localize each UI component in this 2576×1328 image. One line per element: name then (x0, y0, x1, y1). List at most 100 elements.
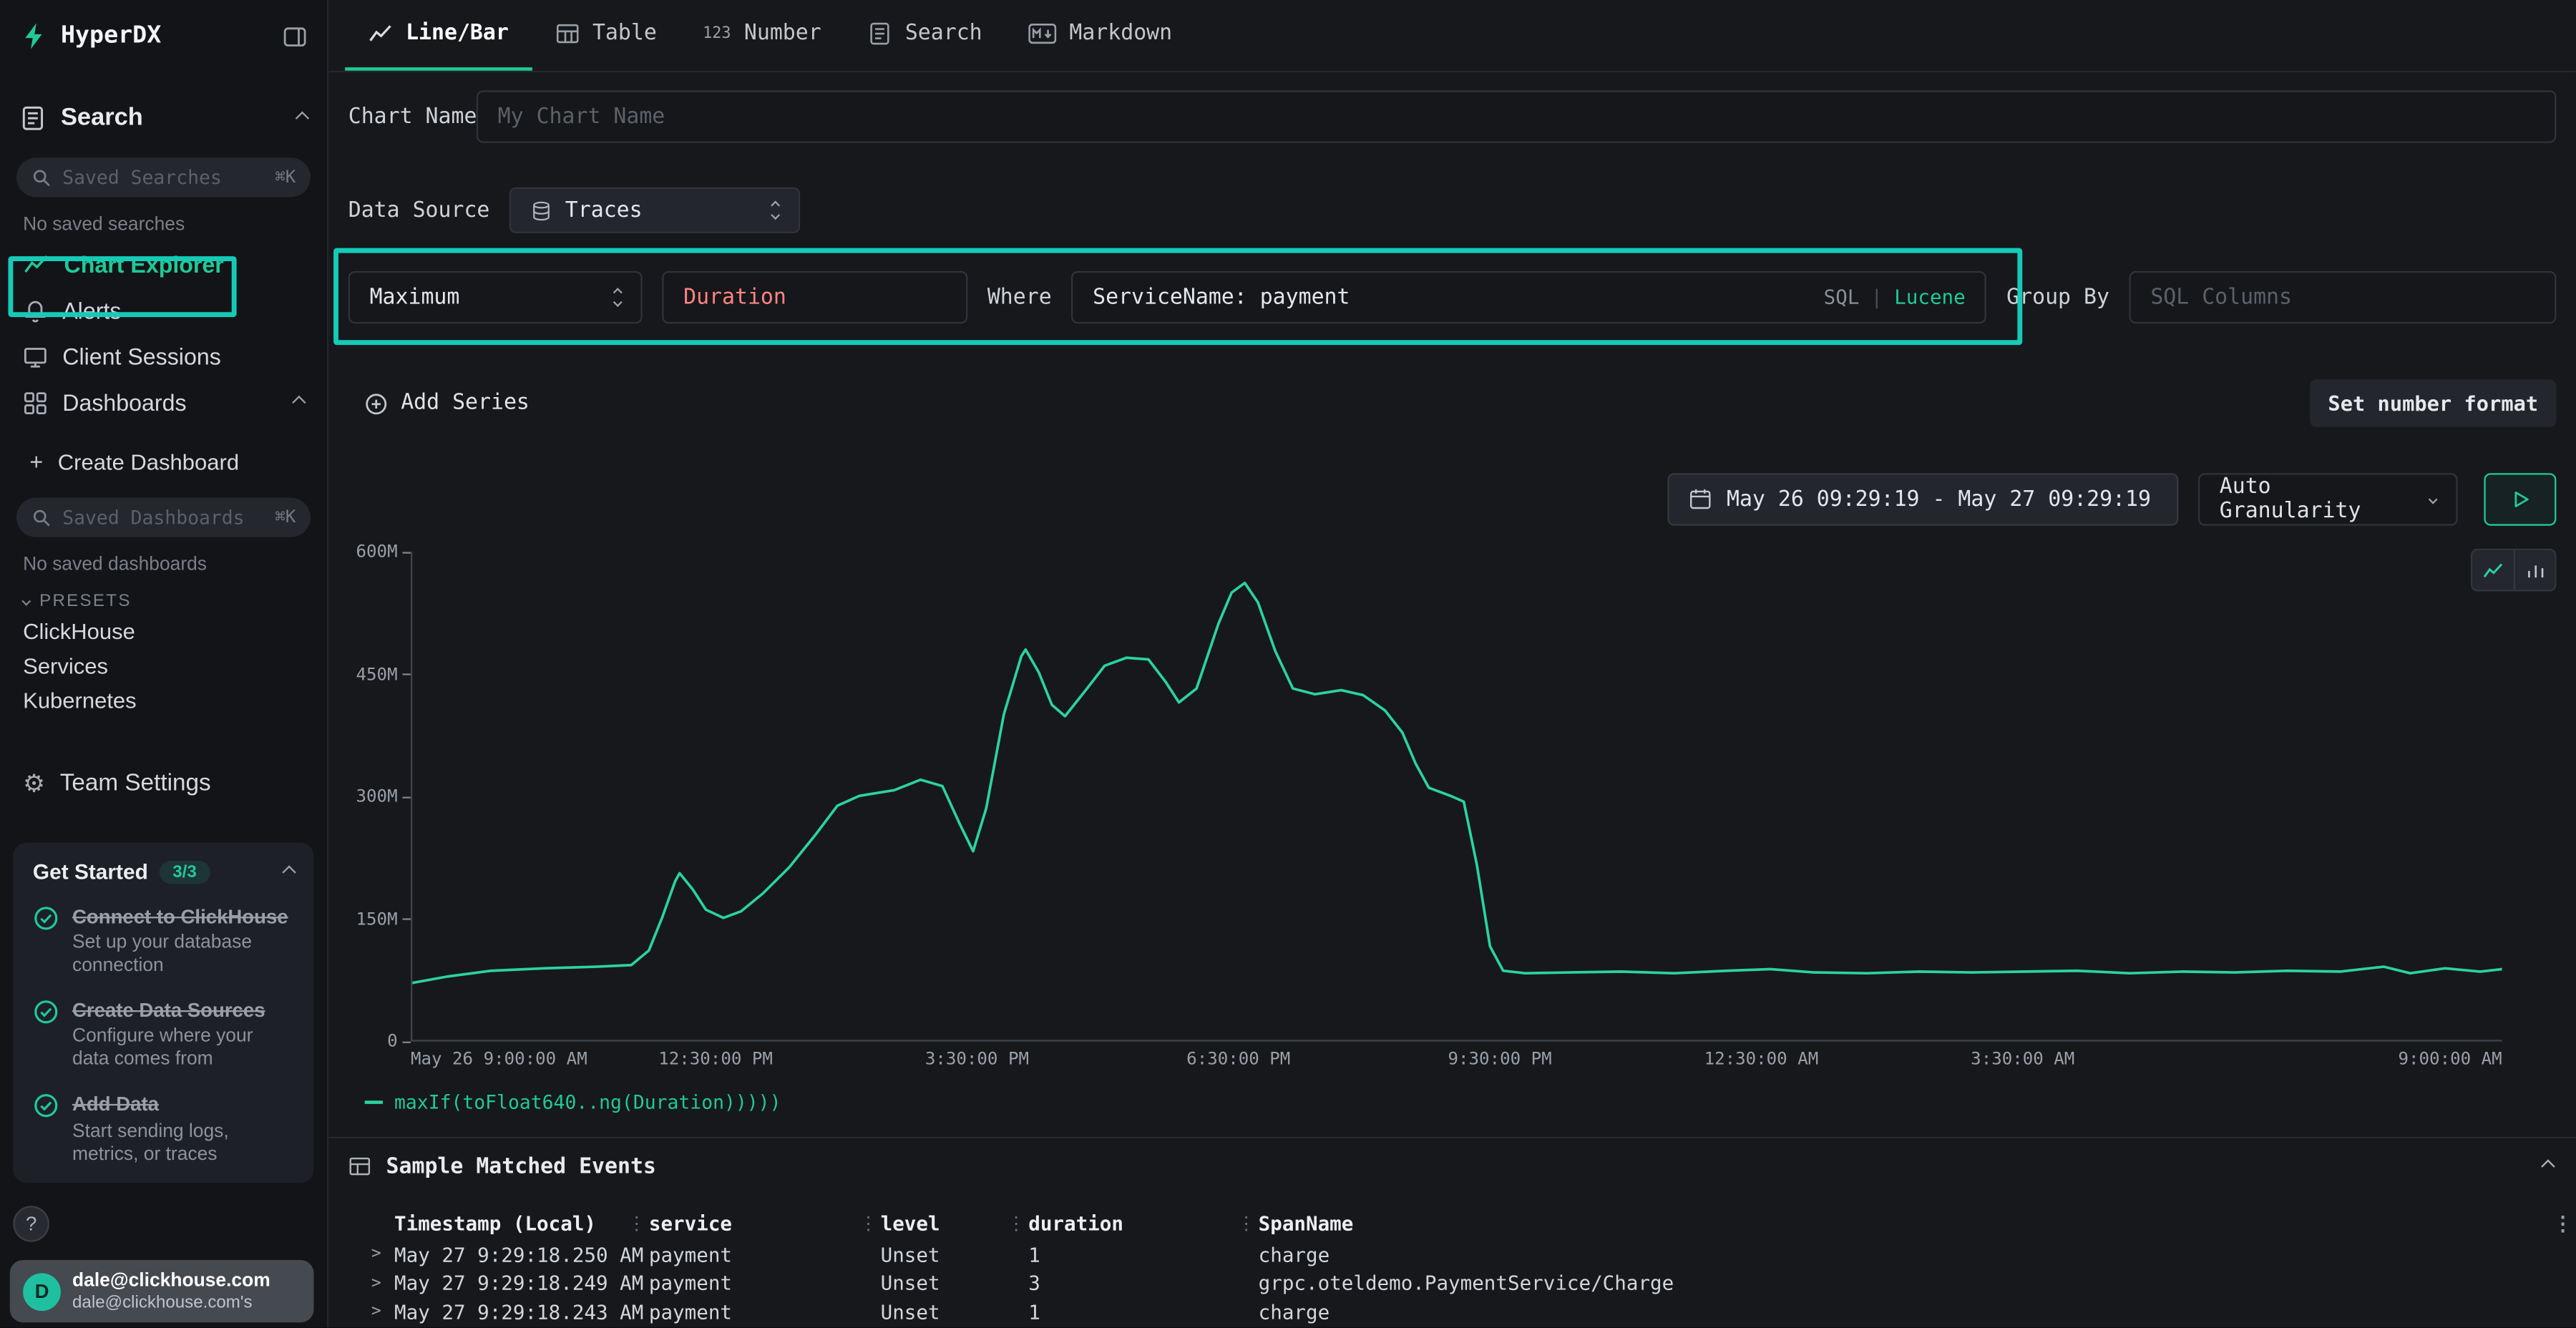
sidebar-item-clickhouse[interactable]: ClickHouse (0, 615, 327, 649)
select-updown-icon (615, 289, 621, 306)
lucene-mode-toggle[interactable]: Lucene (1894, 285, 1966, 308)
aggregation-value: Maximum (370, 285, 460, 309)
cell-timestamp: May 27 9:29:18.250 AM (394, 1243, 649, 1266)
granularity-value: Auto Granularity (2220, 475, 2414, 524)
x-axis: May 26 9:00:00 AM12:30:00 PM3:30:00 PM6:… (411, 1042, 2502, 1078)
add-series-label: Add Series (401, 391, 530, 415)
sidebar-item-label: Team Settings (60, 771, 211, 797)
sidebar-item-client-sessions[interactable]: Client Sessions (0, 333, 327, 379)
get-started-item-subtitle: Configure where your data comes from (72, 1025, 294, 1071)
plot-area[interactable] (411, 552, 2502, 1041)
logo-row: HyperDX (0, 0, 327, 67)
cell-level: Unset (881, 1272, 1029, 1295)
user-email: dale@clickhouse.com (72, 1271, 270, 1292)
help-button[interactable]: ? (13, 1206, 49, 1243)
run-query-button[interactable] (2484, 473, 2556, 525)
sidebar-item-kubernetes[interactable]: Kubernetes (0, 683, 327, 718)
no-saved-searches-text: No saved searches (23, 215, 304, 235)
search-list-icon (867, 21, 892, 46)
sidebar-item-chart-explorer[interactable]: Chart Explorer (0, 241, 327, 287)
legend-swatch (365, 1100, 383, 1104)
table-row[interactable]: > May 27 9:29:18.250 AM payment Unset 1 … (328, 1240, 2576, 1269)
bar-chart-icon (2524, 560, 2546, 581)
sidebar-item-label: Client Sessions (62, 343, 221, 370)
line-view-button[interactable] (2472, 550, 2513, 590)
caret-up-icon[interactable] (282, 864, 296, 878)
avatar: D (23, 1273, 61, 1311)
cell-duration: 1 (1028, 1243, 1258, 1266)
row-expand-icon[interactable]: > (365, 1303, 394, 1321)
set-number-format-button[interactable]: Set number format (2310, 379, 2556, 427)
tab-markdown[interactable]: Markdown (1005, 0, 1195, 71)
date-range-picker[interactable]: May 26 09:29:19 - May 27 09:29:19 (1667, 473, 2178, 525)
column-menu-icon[interactable]: ⋮ (859, 1214, 877, 1235)
main: Line/Bar Table 123 Number Search (328, 0, 2576, 1328)
shortcut-badge: ⌘K (275, 507, 296, 527)
get-started-badge: 3/3 (160, 860, 210, 883)
database-icon (531, 200, 552, 221)
get-started-item[interactable]: Create Data Sources Configure where your… (33, 999, 294, 1071)
aggregation-select[interactable]: Maximum (348, 271, 643, 323)
chart-type-tabs: Line/Bar Table 123 Number Search (328, 0, 2576, 72)
column-menu-icon[interactable]: ⋮ (628, 1214, 645, 1235)
column-menu-icon[interactable]: ⋮ (1237, 1214, 1255, 1235)
tab-label: Markdown (1069, 21, 1172, 46)
group-by-input[interactable]: SQL Columns (2129, 271, 2556, 323)
granularity-select[interactable]: Auto Granularity (2198, 473, 2458, 525)
chart-svg (412, 552, 2502, 1040)
collapse-panel-icon[interactable] (2541, 1159, 2555, 1173)
col-header-service[interactable]: ⋮service (649, 1212, 881, 1235)
dashboards-icon (23, 390, 47, 414)
where-value: ServiceName: payment (1093, 285, 1810, 309)
table-options-icon[interactable]: ⋮ (2553, 1212, 2576, 1235)
table-row[interactable]: > May 27 9:29:18.249 AM payment Unset 3 … (328, 1269, 2576, 1298)
legend-label: maxIf(toFloat640..ng(Duration))))) (394, 1090, 781, 1113)
saved-searches-input[interactable]: Saved Searches ⌘K (16, 157, 311, 197)
saved-dashboards-input[interactable]: Saved Dashboards ⌘K (16, 498, 311, 537)
sidebar-item-create-dashboard[interactable]: + Create Dashboard (0, 442, 327, 482)
presets-header[interactable]: PRESETS (23, 592, 304, 612)
add-series-button[interactable]: Add Series (348, 391, 530, 415)
chart-name-input[interactable]: My Chart Name (477, 90, 2557, 142)
user-menu[interactable]: D dale@clickhouse.com dale@clickhouse.co… (10, 1261, 314, 1323)
column-menu-icon[interactable]: ⋮ (1007, 1214, 1025, 1235)
tab-table[interactable]: Table (532, 0, 680, 71)
tab-line-bar[interactable]: Line/Bar (345, 0, 532, 71)
caret-up-icon[interactable] (292, 396, 306, 409)
row-expand-icon[interactable]: > (365, 1246, 394, 1264)
plus-icon: + (29, 449, 43, 475)
tab-number[interactable]: 123 Number (680, 0, 844, 71)
sidebar-item-team-settings[interactable]: ⚙ Team Settings (0, 761, 327, 806)
tab-label: Table (592, 21, 657, 46)
col-header-spanname[interactable]: ⋮SpanName (1259, 1212, 2534, 1235)
caret-down-icon (21, 597, 31, 606)
cell-service: payment (649, 1301, 881, 1324)
sidebar-item-label: Dashboards (62, 389, 186, 416)
where-input[interactable]: ServiceName: payment SQL | Lucene (1071, 271, 1986, 323)
sidebar-section-search[interactable]: Search (0, 94, 327, 142)
sidebar-item-services[interactable]: Services (0, 649, 327, 683)
table-row[interactable]: > May 27 9:29:18.243 AM payment Unset 1 … (328, 1298, 2576, 1327)
col-header-timestamp[interactable]: Timestamp (Local) (394, 1212, 649, 1235)
chart-legend: maxIf(toFloat640..ng(Duration))))) (365, 1090, 2576, 1113)
caret-up-icon[interactable] (296, 110, 309, 124)
table-icon (348, 1155, 371, 1178)
field-input[interactable]: Duration (662, 271, 967, 323)
tab-label: Number (744, 21, 821, 46)
bar-view-button[interactable] (2514, 550, 2555, 590)
select-updown-icon (772, 202, 779, 218)
panel-collapse-icon[interactable] (283, 24, 307, 48)
tab-search[interactable]: Search (844, 0, 1005, 71)
sql-mode-toggle[interactable]: SQL (1824, 285, 1860, 308)
get-started-item[interactable]: Connect to ClickHouse Set up your databa… (33, 905, 294, 977)
row-expand-icon[interactable]: > (365, 1274, 394, 1292)
sidebar-item-alerts[interactable]: Alerts (0, 288, 327, 333)
series-row: Maximum Duration Where ServiceName: paym… (348, 271, 2557, 323)
col-header-duration[interactable]: ⋮duration (1028, 1212, 1258, 1235)
mode-divider: | (1871, 285, 1883, 308)
sidebar-item-dashboards[interactable]: Dashboards (0, 379, 327, 425)
events-table-header: Timestamp (Local) ⋮service ⋮level ⋮durat… (328, 1207, 2576, 1240)
col-header-level[interactable]: ⋮level (881, 1212, 1029, 1235)
get-started-item[interactable]: Add Data Start sending logs, metrics, or… (33, 1093, 294, 1166)
data-source-select[interactable]: Traces (509, 187, 800, 233)
